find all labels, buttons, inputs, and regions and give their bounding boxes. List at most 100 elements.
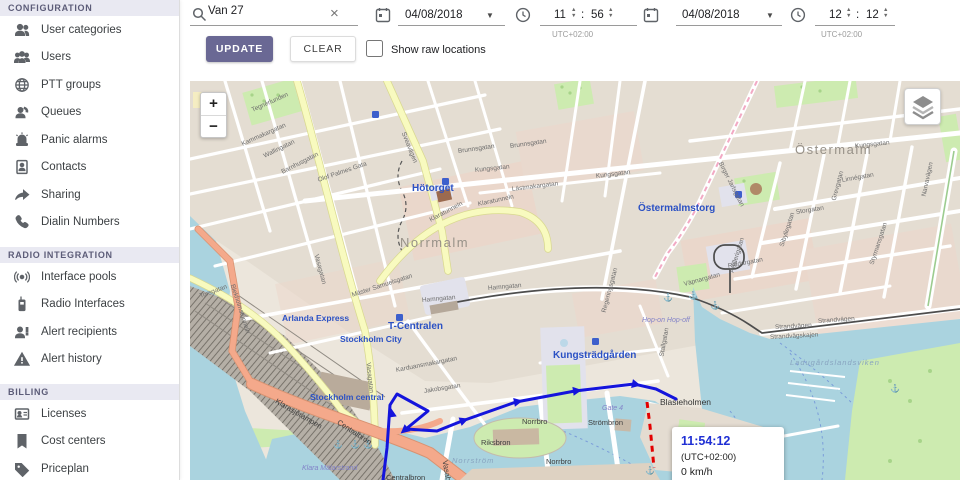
sidebar-item-label: Licenses [41, 407, 87, 420]
search-clear-icon[interactable]: × [330, 5, 339, 22]
layers-icon [911, 95, 934, 119]
alert-recipients-icon [14, 324, 30, 340]
time-to-colon: : [856, 9, 860, 21]
sidebar-section-header: RADIO INTEGRATION [0, 247, 179, 263]
sidebar-item-label: PTT groups [41, 78, 101, 91]
sidebar-item-label: User categories [41, 23, 122, 36]
anchor-icon: ⚓ [350, 439, 360, 449]
metro-station-icon [396, 314, 403, 321]
app-window: CONFIGURATION User categories Users PTT gro… [0, 0, 960, 480]
sidebar-item-licenses[interactable]: Licenses [0, 400, 179, 428]
sidebar-item-users[interactable]: Users [0, 44, 179, 72]
sidebar-item-panic-alarms[interactable]: Panic alarms [0, 126, 179, 154]
clear-button[interactable]: CLEAR [290, 36, 356, 62]
licenses-icon [14, 406, 30, 422]
alert-history-icon [13, 351, 31, 367]
sidebar-item-priceplan[interactable]: Priceplan [0, 455, 179, 480]
ptt-groups-icon [14, 77, 30, 93]
zoom-in-button[interactable]: + [201, 93, 226, 115]
user-categories-icon [14, 22, 30, 38]
sidebar-item-contacts[interactable]: Contacts [0, 154, 179, 182]
calendar-to-icon[interactable] [643, 7, 659, 28]
tz-from-label: UTC+02:00 [552, 30, 594, 39]
date-to-underline [676, 25, 782, 26]
position-tooltip: 11:54:12 (UTC+02:00) 0 km/h 08/04/2018 [672, 427, 784, 480]
time-from-colon: : [581, 9, 585, 21]
panic-alarms-icon [14, 132, 30, 148]
show-raw-locations-checkbox[interactable] [366, 40, 383, 57]
show-raw-locations-label[interactable]: Show raw locations [391, 44, 486, 56]
clock-to-icon [790, 7, 806, 28]
date-from-value[interactable]: 04/08/2018 [405, 9, 463, 21]
sidebar-item-label: Alert recipients [41, 325, 118, 338]
minute-to-value[interactable]: 12 [866, 9, 879, 21]
metro-station-icon [442, 178, 449, 185]
tooltip-timezone: (UTC+02:00) [681, 452, 737, 463]
dialin-numbers-icon [14, 214, 30, 230]
raw-position-dash-line [645, 401, 656, 469]
clock-from-icon [515, 7, 531, 28]
update-button[interactable]: UPDATE [206, 36, 273, 62]
hour-from-stepper[interactable]: ▲ ▼ [571, 7, 576, 19]
sidebar-item-label: Queues [41, 106, 82, 119]
vehicle-route-track[interactable] [381, 382, 678, 480]
minute-from-value[interactable]: 56 [591, 9, 604, 21]
sidebar-item-alert-history[interactable]: Alert history [0, 346, 179, 374]
sidebar-item-interface-pools[interactable]: Interface pools [0, 263, 179, 291]
sidebar-item-radio-interfaces[interactable]: Radio Interfaces [0, 291, 179, 319]
sidebar-item-sharing[interactable]: Sharing [0, 181, 179, 209]
hour-to-value[interactable]: 12 [829, 9, 842, 21]
sidebar-item-dialin-numbers[interactable]: Dialin Numbers [0, 209, 179, 237]
metro-station-icon [735, 191, 742, 198]
anchor-icon: ⚓ [890, 383, 900, 393]
date-to-caret-icon[interactable]: ▼ [766, 11, 774, 20]
date-from-caret-icon[interactable]: ▼ [486, 11, 494, 20]
priceplan-icon [14, 461, 30, 477]
interface-pools-icon [13, 269, 31, 285]
search-input[interactable] [208, 5, 326, 17]
queues-icon [14, 104, 30, 120]
sidebar-item-queues[interactable]: Queues [0, 99, 179, 127]
anchor-icon: ⚓ [333, 439, 343, 449]
time-to-underline [815, 25, 895, 26]
contacts-icon [14, 159, 30, 175]
sidebar-item-user-categories[interactable]: User categories [0, 16, 179, 44]
search-icon [192, 7, 207, 27]
metro-station-icon [372, 111, 379, 118]
zoom-out-button[interactable]: − [201, 115, 226, 137]
date-from-underline [398, 25, 505, 26]
radio-interfaces-icon [14, 296, 30, 312]
sidebar-item-label: Cost centers [41, 435, 106, 448]
anchor-icon: ⚓ [710, 300, 720, 310]
date-to-value[interactable]: 04/08/2018 [682, 9, 740, 21]
content-area: × 04/08/2018 ▼ 11 ▲▼ : 56 ▲▼ UTC+02:00 0… [180, 0, 960, 480]
search-underline [190, 25, 358, 26]
sidebar-item-label: Alert history [41, 353, 102, 366]
calendar-from-icon[interactable] [375, 7, 391, 28]
sidebar-item-label: Sharing [41, 188, 81, 201]
hour-from-value[interactable]: 11 [554, 9, 566, 21]
sidebar-item-label: Interface pools [41, 270, 117, 283]
sidebar-item-alert-recipients[interactable]: Alert recipients [0, 318, 179, 346]
map-canvas[interactable]: ⚓ ⚓ ⚓ ⚓ ⚓ ⚓ ⚓ ⚓ Norrmalm Östermalm Hötorget Österm… [190, 81, 960, 480]
anchor-icon: ⚓ [663, 292, 673, 302]
sidebar-section-header: CONFIGURATION [0, 0, 179, 16]
anchor-icon: ⚓ [645, 465, 655, 475]
metro-station-icon [592, 338, 599, 345]
tz-to-label: UTC+02:00 [821, 30, 863, 39]
hour-to-stepper[interactable]: ▲ ▼ [846, 7, 851, 19]
cost-centers-icon [14, 433, 30, 449]
sidebar-item-cost-centers[interactable]: Cost centers [0, 428, 179, 456]
minute-to-stepper[interactable]: ▲ ▼ [883, 7, 888, 19]
map-zoom-control: + − [200, 92, 227, 138]
minute-from-stepper[interactable]: ▲ ▼ [608, 7, 613, 19]
layers-button[interactable] [904, 88, 941, 125]
sidebar-item-label: Priceplan [41, 462, 89, 475]
sharing-icon [14, 187, 30, 203]
tooltip-time: 11:54:12 [681, 434, 731, 448]
sidebar-item-label: Dialin Numbers [41, 216, 120, 229]
sidebar-item-ptt-groups[interactable]: PTT groups [0, 71, 179, 99]
sidebar-section-header: BILLING [0, 384, 179, 400]
route-layer: ⚓ ⚓ ⚓⚓ ⚓⚓⚓⚓ [333, 111, 900, 480]
tooltip-speed: 0 km/h [681, 466, 713, 478]
